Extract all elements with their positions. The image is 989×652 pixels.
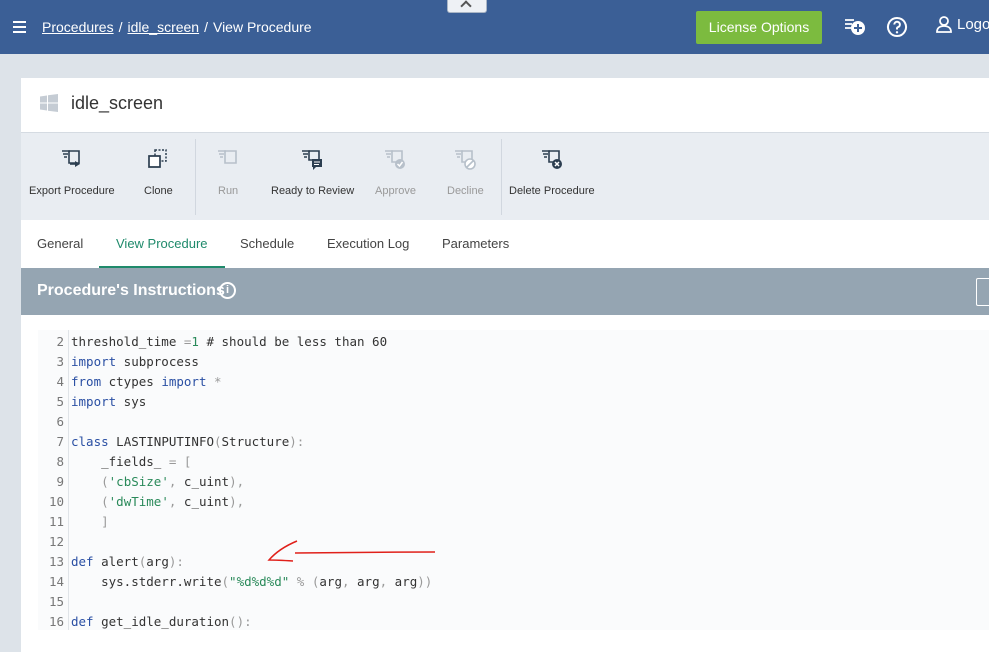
logout-button[interactable]: Logo [935,15,989,33]
code-line: 3 import subprocess [38,352,198,372]
code-line: 12 [38,532,64,552]
run-button[interactable]: Run [199,133,257,221]
collapse-header-tab[interactable] [447,0,487,13]
decline-icon [455,150,476,170]
line-number: 6 [56,414,64,429]
delete-procedure-label: Delete Procedure [509,185,595,197]
toolbar-divider [195,139,196,215]
logout-label: Logo [957,15,989,33]
breadcrumb-procedures[interactable]: Procedures [42,19,114,35]
decline-button[interactable]: Decline [435,133,495,221]
export-icon [62,150,80,167]
clone-button[interactable]: Clone [129,133,187,221]
clone-icon [148,149,167,168]
breadcrumb-separator: / [204,19,208,35]
breadcrumb: Procedures / idle_screen / View Procedure [42,19,312,35]
windows-icon [40,94,58,112]
code-text: ('cbSize', c_uint), [101,474,245,489]
procedure-panel: idle_screen Export Procedure Clone Run R… [21,78,989,652]
run-icon [218,150,237,164]
code-text: sys.stderr.write("%d%d%d" % (arg, arg, a… [71,574,433,589]
approve-icon [385,150,405,169]
code-line: 4 from ctypes import * [38,372,221,392]
tab-view-procedure[interactable]: View Procedure [99,220,225,268]
line-number: 10 [48,494,64,509]
line-number: 13 [48,554,64,569]
code-text: ] [101,514,109,529]
clone-label: Clone [144,185,173,197]
instructions-header: Procedure's Instructions i [21,268,989,315]
delete-icon [542,150,562,169]
info-icon[interactable]: i [219,282,236,299]
code-line: 9 ('cbSize', c_uint), [38,472,244,492]
breadcrumb-separator: / [118,19,123,35]
action-toolbar: Export Procedure Clone Run Ready to Revi… [21,132,989,220]
license-options-button[interactable]: License Options [696,11,822,44]
code-editor[interactable]: 2 threshold_time =1 # should be less than… [38,330,989,630]
line-number: 2 [56,334,64,349]
code-text: class LASTINPUTINFO(Structure): [71,434,305,449]
procedure-tabs: General View Procedure Schedule Executio… [21,220,989,268]
approve-button[interactable]: Approve [365,133,425,221]
tab-parameters[interactable]: Parameters [442,220,509,268]
toolbar-divider [501,139,502,215]
code-text: import subprocess [71,354,199,369]
breadcrumb-current: View Procedure [212,19,312,35]
code-text: _fields_ = [ [71,454,192,469]
tab-schedule[interactable]: Schedule [240,220,294,268]
export-procedure-label: Export Procedure [29,185,115,197]
delete-procedure-button[interactable]: Delete Procedure [505,133,599,221]
instructions-title: Procedure's Instructions [37,282,225,299]
code-text: def alert(arg): [71,554,184,569]
code-line: 10 ('dwTime', c_uint), [38,492,244,512]
help-icon[interactable] [885,15,909,39]
tab-general[interactable]: General [37,220,83,268]
line-number: 4 [56,374,64,389]
code-text: def get_idle_duration(): [71,614,252,629]
code-text: threshold_time =1 # should be less than … [71,334,388,349]
line-number: 11 [48,514,64,529]
export-procedure-button[interactable]: Export Procedure [21,133,123,221]
review-icon [302,150,322,170]
code-text: import sys [71,394,147,409]
procedure-title: idle_screen [71,93,164,113]
line-number: 15 [48,594,64,609]
add-procedure-icon[interactable] [843,15,867,39]
line-number: 9 [56,474,64,489]
code-line: 13 def alert(arg): [38,552,184,572]
ready-to-review-label: Ready to Review [271,185,355,197]
code-line: 5 import sys [38,392,146,412]
code-line: 14 sys.stderr.write("%d%d%d" % (arg, arg… [38,572,432,592]
procedure-header: idle_screen [21,78,989,132]
code-line: 11 ] [38,512,109,532]
line-number: 5 [56,394,64,409]
decline-label: Decline [447,185,484,197]
ready-to-review-button[interactable]: Ready to Review [265,133,359,221]
user-icon [936,16,952,33]
approve-label: Approve [375,185,416,197]
line-number: 16 [48,614,64,629]
code-text: from ctypes import * [71,374,222,389]
code-line: 7 class LASTINPUTINFO(Structure): [38,432,304,452]
line-number: 8 [56,454,64,469]
line-gutter [68,330,69,630]
line-number: 3 [56,354,64,369]
line-number: 7 [56,434,64,449]
top-bar: Procedures / idle_screen / View Procedure Li… [0,0,989,54]
code-line: 8 _fields_ = [ [38,452,191,472]
code-line: 6 [38,412,64,432]
code-text: ('dwTime', c_uint), [101,494,245,509]
line-number: 12 [48,534,64,549]
breadcrumb-idle-screen[interactable]: idle_screen [127,19,199,35]
instructions-menu-button[interactable] [976,278,989,306]
tab-execution-log[interactable]: Execution Log [327,220,409,268]
chevron-up-icon [460,0,472,12]
menu-icon[interactable] [13,21,26,33]
code-line: 15 [38,592,64,612]
run-label: Run [218,185,239,197]
code-line: 2 threshold_time =1 # should be less than… [38,332,387,352]
annotation-arrow [267,540,436,562]
line-number: 14 [48,574,64,589]
code-line: 16 def get_idle_duration(): [38,612,252,630]
